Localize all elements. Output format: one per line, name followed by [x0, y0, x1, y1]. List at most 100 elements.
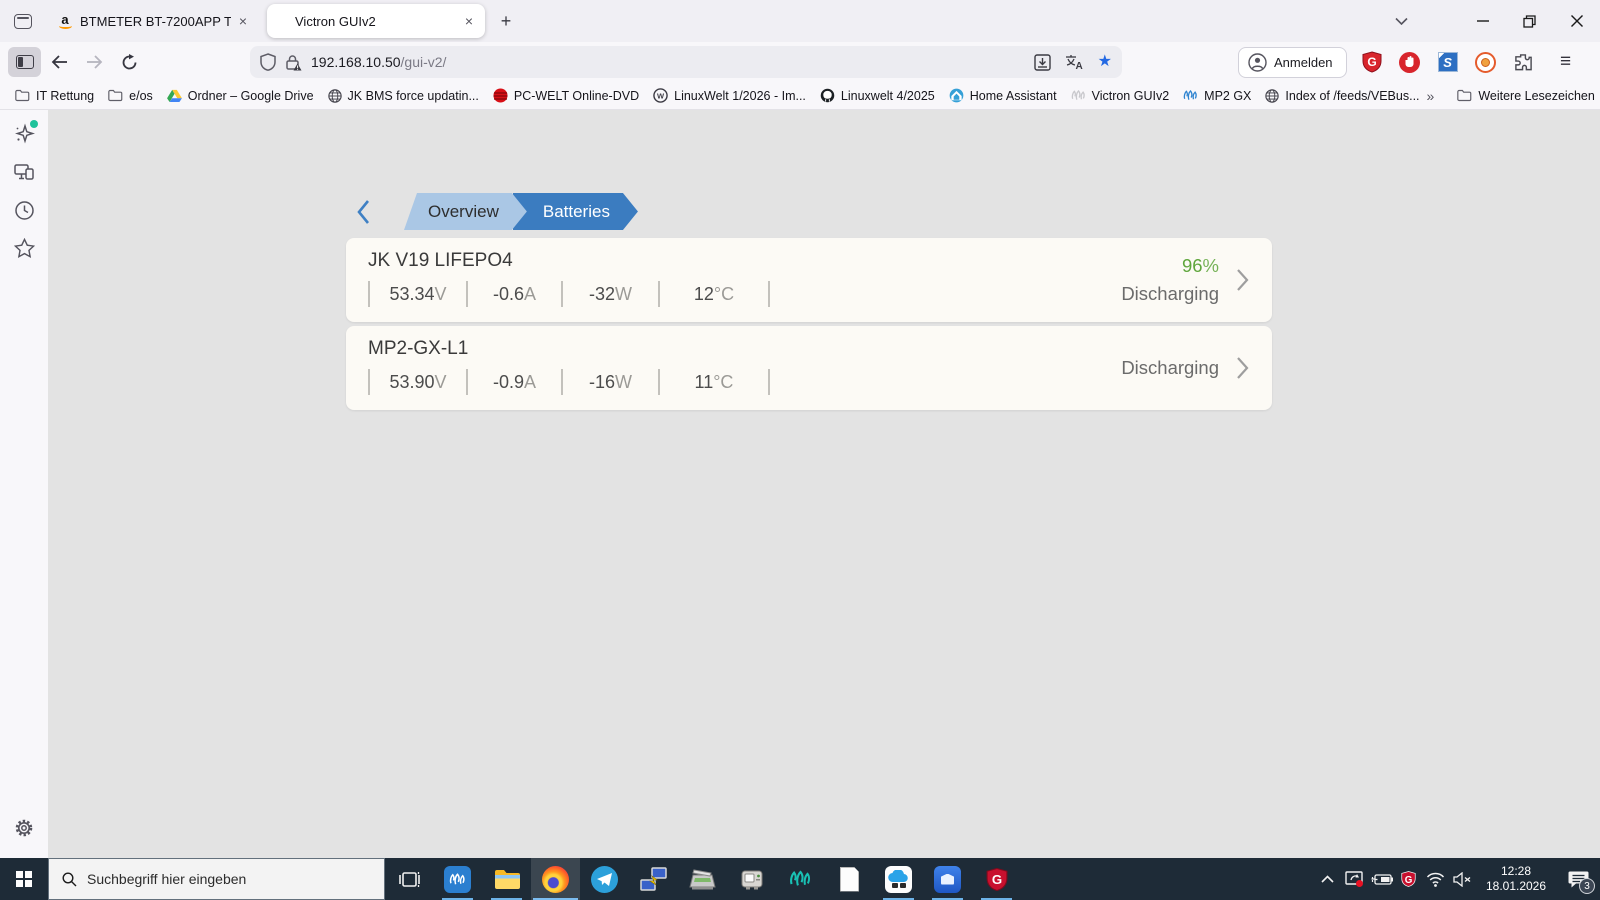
save-page-icon[interactable]	[1033, 53, 1051, 71]
taskbar-app-remote-connect[interactable]	[629, 858, 678, 900]
pcwelt-icon	[493, 88, 508, 103]
tab-label: BTMETER BT-7200APP TRMS 60	[80, 13, 231, 29]
power-unit: W	[615, 283, 632, 304]
new-tab-button[interactable]: +	[491, 6, 521, 36]
victronconnect-icon	[444, 865, 471, 893]
bookmark-pcwelt[interactable]: PC-WELT Online-DVD	[486, 84, 646, 108]
current-unit: A	[524, 371, 537, 392]
taskbar-search[interactable]	[48, 858, 385, 900]
ai-chatbot-icon[interactable]	[8, 118, 40, 150]
breadcrumb-overview[interactable]: Overview	[404, 193, 527, 230]
folder-icon	[108, 89, 123, 102]
tray-volume-muted-icon[interactable]	[1449, 858, 1476, 900]
taskbar-app-cloud-sync[interactable]	[874, 858, 923, 900]
firefox-view-icon[interactable]	[8, 6, 38, 36]
bookmark-google-drive[interactable]: Ordner – Google Drive	[160, 84, 321, 108]
menu-icon[interactable]: ≡	[1551, 51, 1581, 73]
tray-wifi-icon[interactable]	[1422, 858, 1449, 900]
bookmark-index-feeds[interactable]: Index of /feeds/VEBus...	[1258, 84, 1426, 108]
bookmark-jk-bms[interactable]: JK BMS force updatin...	[321, 84, 486, 108]
bookmark-linuxwelt-4[interactable]: Linuxwelt 4/2025	[813, 84, 942, 108]
settings-gear-icon[interactable]	[8, 812, 40, 844]
close-icon[interactable]: ×	[237, 13, 249, 29]
tab-btmeter[interactable]: a BTMETER BT-7200APP TRMS 60 ×	[47, 4, 259, 38]
bookmark-folder-weitere[interactable]: Weitere Lesezeichen	[1450, 84, 1600, 108]
scanner-icon	[689, 869, 716, 890]
taskbar-app-file-explorer[interactable]	[482, 858, 531, 900]
battery-card-jk[interactable]: JK V19 LIFEPO4 53.34V -0.6A -32W 12°C 96…	[346, 238, 1272, 322]
voltage-unit: V	[434, 283, 447, 304]
taskbar-app-vrm-wave[interactable]	[776, 858, 825, 900]
voltage-value: 53.34	[389, 283, 435, 304]
svg-text:A: A	[1075, 61, 1082, 70]
battery-list: JK V19 LIFEPO4 53.34V -0.6A -32W 12°C 96…	[346, 238, 1272, 410]
url-bar[interactable]: 192.168.10.50/gui-v2/ A ★	[250, 46, 1122, 78]
tab-victron-active[interactable]: Victron GUIv2 ×	[267, 4, 485, 38]
taskbar-app-deploy-box[interactable]	[923, 858, 972, 900]
globe-icon	[1265, 89, 1279, 103]
back-button[interactable]	[43, 47, 76, 77]
taskbar-app-camera-device[interactable]	[727, 858, 776, 900]
taskbar-app-scanner[interactable]	[678, 858, 727, 900]
voltage-unit: V	[434, 371, 447, 392]
bookmarks-overflow-icon[interactable]: »	[1427, 88, 1435, 104]
blocker-hand-extension-icon[interactable]	[1397, 49, 1423, 75]
lock-warning-icon[interactable]	[285, 54, 302, 71]
sidebar-toggle-icon[interactable]	[8, 47, 41, 77]
shield-icon[interactable]	[260, 53, 276, 71]
bookmark-eos[interactable]: e/os	[101, 84, 160, 108]
breadcrumb-batteries[interactable]: Batteries	[513, 193, 638, 230]
bookmark-victron-guiv2[interactable]: Victron GUIv2	[1064, 84, 1177, 108]
bookmarks-star-icon[interactable]	[8, 232, 40, 264]
browser-toolbar: 192.168.10.50/gui-v2/ A ★ Anmelden G S ≡	[0, 42, 1600, 82]
bookmark-home-assistant[interactable]: Home Assistant	[942, 84, 1064, 108]
signin-label: Anmelden	[1274, 54, 1333, 70]
bookmark-linuxwelt-1[interactable]: W LinuxWelt 1/2026 - Im...	[646, 84, 813, 108]
battery-card-mp2[interactable]: MP2-GX-L1 53.90V -0.9A -16W 11°C Dischar…	[346, 326, 1272, 410]
duckduckgo-extension-icon[interactable]	[1473, 49, 1499, 75]
history-icon[interactable]	[8, 194, 40, 226]
action-center-button[interactable]: 3	[1556, 858, 1600, 900]
bookmark-star-icon[interactable]: ★	[1098, 54, 1112, 70]
singlefile-extension-icon[interactable]: S	[1435, 49, 1461, 75]
taskbar-app-firefox[interactable]	[531, 858, 580, 900]
signin-button[interactable]: Anmelden	[1238, 46, 1347, 78]
taskbar-app-telegram[interactable]	[580, 858, 629, 900]
gdata-extension-icon[interactable]: G	[1359, 49, 1385, 75]
close-window-button[interactable]	[1553, 0, 1600, 42]
search-input[interactable]	[87, 871, 347, 887]
task-view-button[interactable]	[385, 858, 433, 900]
taskbar-app-notepad[interactable]	[825, 858, 874, 900]
windows-taskbar: G G 12:28 18.01.2026	[0, 858, 1600, 900]
wordpress-icon: W	[653, 88, 668, 103]
minimize-button[interactable]	[1459, 0, 1506, 42]
bookmark-it-rettung[interactable]: IT Rettung	[8, 84, 101, 108]
taskbar-app-gdata[interactable]: G	[972, 858, 1021, 900]
victron-gui-page: Overview Batteries JK V19 LIFEPO4 53.34V…	[48, 110, 1600, 858]
victron-faint-icon	[1071, 89, 1086, 102]
url-path: /gui-v2/	[400, 54, 447, 70]
tray-battery-icon[interactable]	[1368, 858, 1395, 900]
breadcrumb-back-icon[interactable]	[355, 198, 371, 226]
forward-button[interactable]	[78, 47, 111, 77]
synced-tabs-icon[interactable]	[8, 156, 40, 188]
list-all-tabs-button[interactable]	[1383, 6, 1419, 36]
bookmarks-bar: IT Rettung e/os Ordner – Google Drive JK…	[0, 82, 1600, 110]
extensions-puzzle-icon[interactable]	[1511, 49, 1537, 75]
tray-clock[interactable]: 12:28 18.01.2026	[1480, 864, 1552, 894]
taskbar-app-victronconnect[interactable]	[433, 858, 482, 900]
close-icon[interactable]: ×	[463, 13, 475, 29]
start-button[interactable]	[0, 858, 48, 900]
folder-icon	[1457, 89, 1472, 102]
tray-cast-icon[interactable]	[1341, 858, 1368, 900]
search-icon	[62, 871, 77, 886]
browser-tab-bar: a BTMETER BT-7200APP TRMS 60 × Victron G…	[0, 0, 1600, 42]
battery-state: Discharging	[1121, 283, 1219, 304]
reload-button[interactable]	[113, 47, 146, 77]
bookmark-mp2-gx[interactable]: MP2 GX	[1176, 84, 1258, 108]
tray-chevron-up-icon[interactable]	[1314, 858, 1341, 900]
temperature-value: 11	[694, 371, 714, 392]
restore-button[interactable]	[1506, 0, 1553, 42]
tray-gdata-icon[interactable]: G	[1395, 858, 1422, 900]
translate-icon[interactable]: A	[1065, 54, 1084, 70]
